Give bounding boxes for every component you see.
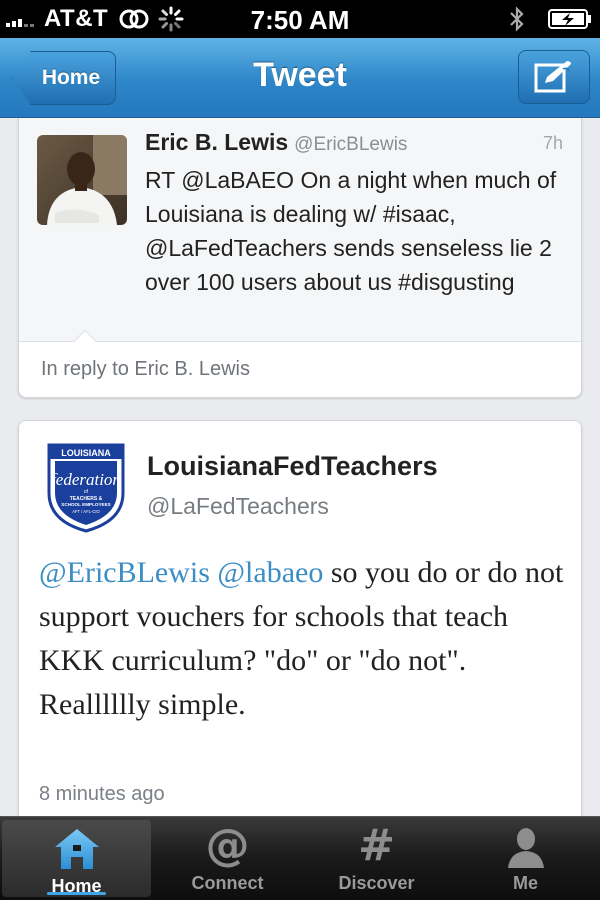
- logo-of-text: of: [84, 489, 89, 495]
- logo-main-text: federation: [51, 470, 121, 489]
- profile-photo-icon: [37, 135, 127, 225]
- tweet-age: 7h: [542, 133, 563, 153]
- tab-me[interactable]: Me: [451, 817, 600, 900]
- hash-icon: #: [358, 820, 395, 871]
- status-right: [508, 6, 592, 32]
- status-bar: AT&T 7:50 AM: [0, 0, 600, 38]
- tab-bar: Home @ Connect # Discover Me: [0, 816, 600, 900]
- avatar[interactable]: [37, 135, 127, 225]
- mention-link[interactable]: @EricBLewis: [39, 556, 210, 589]
- battery-charging-icon: [548, 9, 591, 29]
- author-handle[interactable]: @EricBLewis: [294, 134, 407, 155]
- mention-link[interactable]: @labaeo: [217, 556, 323, 589]
- home-icon: [51, 826, 103, 872]
- tweet-text: @EricBLewis @labaeo so you do or do not …: [39, 551, 569, 727]
- compose-icon: [534, 61, 571, 93]
- reply-context-label: In reply to Eric B. Lewis: [41, 358, 250, 380]
- logo-line2-text: SCHOOL EMPLOYEES: [61, 502, 110, 507]
- person-icon: [500, 823, 552, 869]
- author-name[interactable]: Eric B. Lewis: [145, 129, 288, 155]
- reply-context-bar[interactable]: In reply to Eric B. Lewis: [19, 329, 581, 397]
- at-icon: @: [205, 820, 250, 871]
- tweet-header: Eric B. Lewis @EricBLewis 7h: [145, 129, 563, 161]
- tab-connect[interactable]: @ Connect: [153, 817, 302, 900]
- page-title: Tweet: [253, 56, 347, 94]
- tab-home[interactable]: Home: [2, 820, 151, 897]
- in-reply-to-tweet-card[interactable]: Eric B. Lewis @EricBLewis 7h RT @LaBAEO O…: [18, 118, 582, 398]
- author-name[interactable]: LouisianaFedTeachers: [147, 451, 438, 482]
- avatar[interactable]: LOUISIANA federation of TEACHERS & SCHOO…: [41, 441, 131, 533]
- reply-notch: [73, 329, 97, 353]
- tab-discover[interactable]: # Discover: [302, 817, 451, 900]
- logo-top-text: LOUISIANA: [61, 448, 111, 458]
- logo-line3-text: AFT / AFL-CIO: [72, 509, 100, 514]
- navigation-bar: Home Tweet: [0, 38, 600, 118]
- tab-label: Me: [512, 873, 538, 893]
- federation-logo-icon: LOUISIANA federation of TEACHERS & SCHOO…: [47, 443, 125, 533]
- active-tab-indicator: [46, 892, 107, 895]
- compose-tweet-button[interactable]: [518, 50, 590, 104]
- back-home-button[interactable]: Home: [12, 51, 116, 105]
- tweet-detail-content[interactable]: Eric B. Lewis @EricBLewis 7h RT @LaBAEO O…: [0, 118, 600, 816]
- bluetooth-icon: [510, 6, 524, 32]
- tweet-text: RT @LaBAEO On a night when much of Louis…: [145, 167, 557, 295]
- author-handle[interactable]: @LaFedTeachers: [147, 493, 329, 520]
- tab-label: Discover: [338, 873, 415, 893]
- tweet-timestamp: 8 minutes ago: [39, 783, 165, 805]
- main-tweet-card: LOUISIANA federation of TEACHERS & SCHOO…: [18, 420, 582, 816]
- tab-label: Connect: [191, 873, 264, 893]
